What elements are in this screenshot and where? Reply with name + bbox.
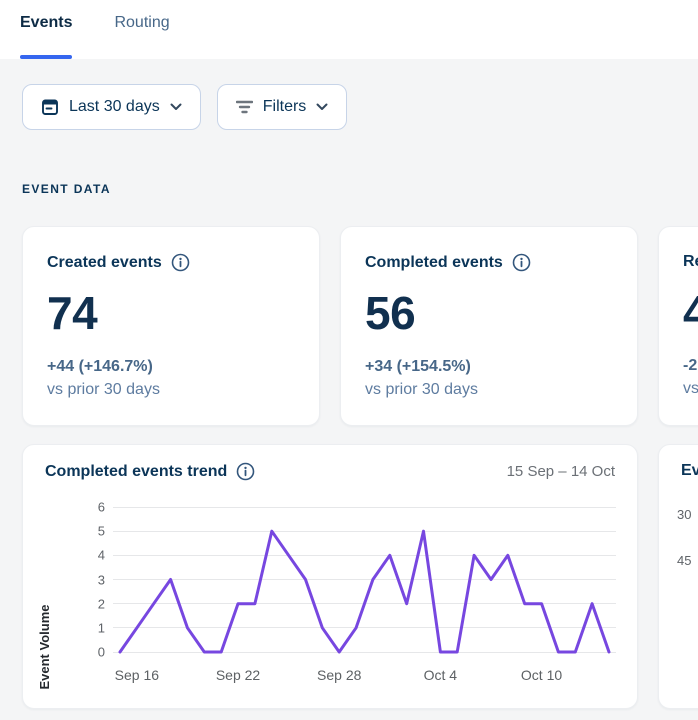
chart-date-range: 15 Sep – 14 Oct (507, 463, 615, 480)
stat-card-delta: -2 (683, 357, 698, 375)
chevron-down-icon (316, 103, 328, 111)
y-axis-tick-label: 0 (79, 645, 105, 660)
stat-card-value: 56 (365, 286, 613, 340)
y-axis-tick-label: 4 (79, 548, 105, 563)
tab-events-label: Events (20, 14, 72, 31)
toolbar: Last 30 days Filters (22, 84, 698, 130)
app-tab-bar: Events Routing (0, 0, 698, 59)
stat-card-completed-events: Completed events 56 +34 (+154.5%) vs pri… (340, 226, 638, 426)
y-axis-tick-label: 2 (79, 596, 105, 611)
y-axis-title: Event Volume (37, 577, 53, 717)
trend-plot-area: 0123456Sep 16Sep 22Sep 28Oct 4Oct 10 (113, 507, 616, 652)
info-icon[interactable] (236, 462, 255, 481)
y-axis-tick-label: 6 (79, 500, 105, 515)
active-tab-indicator (20, 55, 72, 59)
trend-chart-svg (113, 507, 616, 652)
partial-chart-card: Ev 30 45 (658, 444, 698, 709)
stat-card-value: 74 (47, 286, 295, 340)
filter-icon (236, 100, 253, 114)
chart-title: Completed events trend (45, 463, 227, 481)
stat-card-comparison: vs (683, 380, 698, 398)
axis-tick-label: 45 (677, 553, 691, 568)
y-axis-tick-label: 3 (79, 572, 105, 587)
tab-routing[interactable]: Routing (114, 14, 169, 59)
stat-card-created-events: Created events 74 +44 (+146.7%) vs prior… (22, 226, 320, 426)
tab-routing-label: Routing (114, 14, 169, 31)
x-axis-tick-label: Sep 28 (317, 667, 361, 683)
trend-chart: Event Volume 0123456Sep 16Sep 22Sep 28Oc… (45, 507, 615, 707)
calendar-icon (41, 98, 59, 116)
stat-card-comparison: vs prior 30 days (47, 381, 295, 399)
stat-card-partial: Re 4 -2 vs (658, 226, 698, 426)
x-axis-tick-label: Oct 10 (521, 667, 562, 683)
filters-label: Filters (263, 98, 307, 116)
filters-button[interactable]: Filters (217, 84, 348, 130)
section-title: EVENT DATA (22, 182, 698, 196)
stat-card-title: Created events (47, 254, 162, 272)
date-range-label: Last 30 days (69, 98, 160, 116)
stat-card-delta: +44 (+146.7%) (47, 358, 295, 376)
tab-events[interactable]: Events (20, 14, 72, 59)
trend-chart-card: Completed events trend 15 Sep – 14 Oct E… (22, 444, 638, 709)
stat-card-value: 4 (683, 285, 698, 339)
x-axis-tick-label: Sep 16 (115, 667, 159, 683)
y-axis-tick-label: 5 (79, 524, 105, 539)
stat-card-title: Re (683, 253, 698, 271)
chart-title: Ev (681, 462, 698, 480)
charts-row: Completed events trend 15 Sep – 14 Oct E… (22, 444, 698, 709)
date-range-button[interactable]: Last 30 days (22, 84, 201, 130)
x-axis-tick-label: Sep 22 (216, 667, 260, 683)
x-axis-tick-label: Oct 4 (424, 667, 457, 683)
info-icon[interactable] (171, 253, 190, 272)
stat-card-title: Completed events (365, 254, 503, 272)
trend-line-series (120, 531, 609, 652)
stat-card-delta: +34 (+154.5%) (365, 358, 613, 376)
info-icon[interactable] (512, 253, 531, 272)
chevron-down-icon (170, 103, 182, 111)
stat-cards-row: Created events 74 +44 (+146.7%) vs prior… (22, 226, 698, 426)
axis-tick-label: 30 (677, 507, 691, 522)
y-axis-tick-label: 1 (79, 620, 105, 635)
main-content: Last 30 days Filters EVENT DATA Created … (0, 59, 698, 720)
stat-card-comparison: vs prior 30 days (365, 381, 613, 399)
